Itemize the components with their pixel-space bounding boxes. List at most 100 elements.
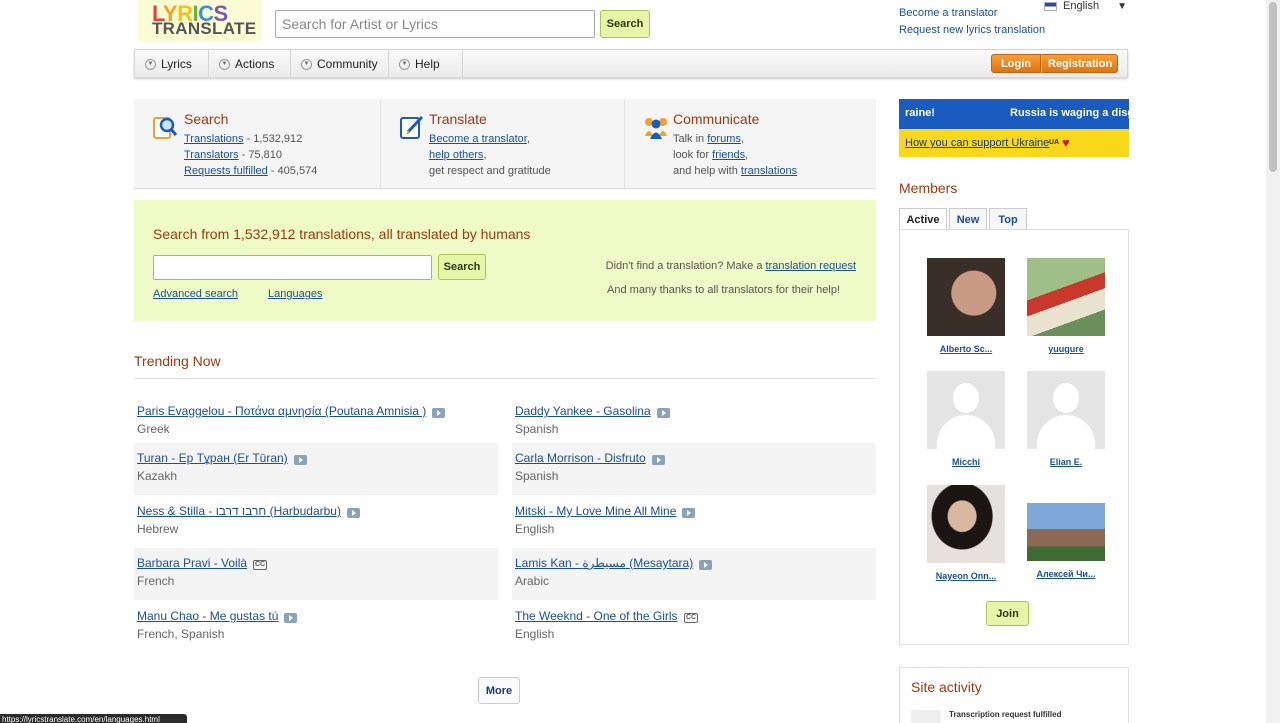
member-name[interactable]: Алексей Чи... — [1016, 569, 1116, 579]
video-icon — [699, 560, 712, 570]
page-scrollbar[interactable] — [1266, 0, 1280, 723]
trending-song-link[interactable]: Barbara Pravi - Voilà — [137, 556, 247, 570]
tab-top[interactable]: Top — [989, 208, 1027, 230]
nav-item-actions[interactable]: ▼ Actions — [209, 50, 291, 78]
member-avatar[interactable] — [1027, 503, 1105, 561]
trending-song-link[interactable]: Turan - Ер Тұран (Er Tūran) — [137, 451, 288, 465]
member-name[interactable]: Nayeon Onn... — [916, 571, 1016, 581]
support-ukraine-link[interactable]: How you can support Ukraine — [905, 137, 1049, 149]
member-name[interactable]: Micchi — [916, 457, 1016, 467]
trending-song-link[interactable]: Daddy Yankee - Gasolina — [515, 404, 651, 418]
member-name[interactable]: Elian E. — [1016, 457, 1116, 467]
requests-link[interactable]: Requests fulfilled — [184, 165, 268, 177]
feature-translate-title: Translate — [429, 111, 487, 127]
header-links: Become a translator Request new lyrics t… — [899, 5, 1045, 39]
site-activity-title: Site activity — [911, 679, 982, 695]
ukraine-support-bar: How you can support Ukraine UA ♥ — [899, 129, 1129, 157]
feature-search: Search Translations - 1,532,912 Translat… — [134, 99, 380, 188]
site-logo[interactable]: LYRICS TRANSLATE — [138, 0, 262, 42]
member-name[interactable]: Alberto Sc... — [916, 344, 1016, 354]
translation-request-link[interactable]: translation request — [766, 260, 857, 272]
feature-communicate: Communicate Talk in forums, look for fri… — [624, 99, 876, 188]
dropdown-icon: ▼ — [145, 58, 156, 70]
header-search-button[interactable]: Search — [600, 10, 650, 38]
logo-text-translate: TRANSLATE — [152, 19, 257, 38]
trending-song-link[interactable]: Manu Chao - Me gustas tú — [137, 609, 278, 623]
trending-language: Greek — [137, 422, 170, 436]
member-avatar[interactable] — [927, 258, 1005, 336]
translators-link[interactable]: Translators — [184, 149, 239, 161]
become-translator-link[interactable]: Become a translator — [899, 5, 1045, 22]
trending-song-link[interactable]: Paris Evaggelou - Ποτάνα αμνησία (Poutan… — [137, 404, 426, 418]
friends-line: look for friends, — [673, 149, 749, 161]
member-avatar[interactable] — [927, 485, 1005, 563]
talk-text: Talk in — [673, 133, 708, 145]
tab-active[interactable]: Active — [899, 208, 947, 231]
translators-stat: Translators - 75,810 — [184, 149, 282, 161]
become-translator-feature-link[interactable]: Become a translator — [429, 133, 527, 145]
trending-item: Turan - Ер Тұран (Er Tūran) Kazakh — [134, 443, 498, 495]
trending-song-link[interactable]: The Weeknd - One of the Girls — [515, 609, 678, 623]
trending-language: English — [515, 627, 555, 641]
main-search-button[interactable]: Search — [438, 254, 486, 280]
translation-request-notice: Didn't find a translation? Make a transl… — [606, 260, 856, 272]
trending-song-link[interactable]: Lamis Kan - مسيطرة (Mesaytara) — [515, 556, 693, 570]
nav-label: Lyrics — [161, 57, 192, 71]
translations-link[interactable]: Translations — [184, 133, 244, 145]
activity-item[interactable]: Transcription request fulfilled — [949, 710, 1061, 719]
request-translation-link[interactable]: Request new lyrics translation — [899, 22, 1045, 39]
closed-captions-icon: CC — [253, 560, 267, 570]
trending-language: Spanish — [515, 422, 559, 436]
scrollbar-thumb[interactable] — [1269, 2, 1277, 172]
nav-item-help[interactable]: ▼ Help — [389, 50, 463, 78]
look-text: look for — [673, 149, 713, 161]
auth-buttons: Login Registration — [991, 54, 1118, 73]
advanced-search-link[interactable]: Advanced search — [153, 288, 238, 300]
nav-item-community[interactable]: ▼ Community — [291, 50, 389, 78]
translations-stat: Translations - 1,532,912 — [184, 133, 302, 145]
help-others-line: help others, — [429, 149, 487, 161]
pencil-note-icon — [400, 115, 424, 139]
trending-song-link[interactable]: Mitski - My Love Mine All Mine — [515, 504, 676, 518]
nav-label: Help — [415, 57, 440, 71]
flag-icon — [1044, 1, 1057, 11]
trending-song-link[interactable]: Ness & Stilla - חרבו דרבו (Harbudarbu) — [137, 504, 341, 518]
languages-link[interactable]: Languages — [268, 288, 322, 300]
main-search-input[interactable] — [153, 255, 432, 280]
forums-link[interactable]: forums — [707, 133, 741, 145]
member-avatar[interactable] — [927, 371, 1005, 449]
header-search-input[interactable] — [275, 10, 595, 38]
video-icon — [657, 408, 670, 418]
video-icon — [682, 508, 695, 518]
trending-song-link[interactable]: Carla Morrison - Disfruto — [515, 451, 646, 465]
trending-item: Manu Chao - Me gustas tú French, Spanish — [134, 601, 498, 653]
nav-label: Community — [317, 57, 378, 71]
registration-button[interactable]: Registration — [1041, 54, 1118, 73]
member-avatar[interactable] — [1027, 258, 1105, 336]
join-button[interactable]: Join — [986, 601, 1029, 626]
trending-item: Lamis Kan - مسيطرة (Mesaytara) Arabic — [512, 548, 876, 600]
closed-captions-icon: CC — [684, 613, 698, 623]
nav-item-lyrics[interactable]: ▼ Lyrics — [135, 50, 209, 78]
main-nav: ▼ Lyrics ▼ Actions ▼ Community ▼ Help — [134, 49, 1128, 78]
translations-feature-link[interactable]: translations — [741, 165, 797, 177]
member-avatar[interactable] — [1027, 371, 1105, 449]
more-button[interactable]: More — [478, 677, 520, 704]
trending-item: Ness & Stilla - חרבו דרבו (Harbudarbu) He… — [134, 496, 498, 548]
language-selector[interactable]: English ▼ — [1044, 0, 1127, 12]
status-bar-url: https://lyricstranslate.com/en/languages… — [0, 714, 187, 723]
trending-item: Paris Evaggelou - Ποτάνα αμνησία (Poutan… — [134, 396, 498, 448]
members-grid: Alberto Sc... yuugure Micchi Elian E. Nayeon… — [899, 229, 1129, 645]
heart-icon: ♥ — [1062, 135, 1070, 150]
people-icon — [645, 118, 667, 139]
help-others-link[interactable]: help others — [429, 149, 483, 161]
login-button[interactable]: Login — [991, 54, 1041, 73]
friends-link[interactable]: friends — [712, 149, 745, 161]
trending-language: Arabic — [515, 574, 550, 588]
tab-new[interactable]: New — [949, 208, 987, 230]
translations-count: - 1,532,912 — [243, 133, 303, 145]
ukraine-banner[interactable]: raine! Russia is waging a disg — [899, 99, 1129, 129]
help-with-text: and help with — [673, 165, 741, 177]
activity-avatar — [911, 710, 941, 723]
member-name[interactable]: yuugure — [1016, 344, 1116, 354]
